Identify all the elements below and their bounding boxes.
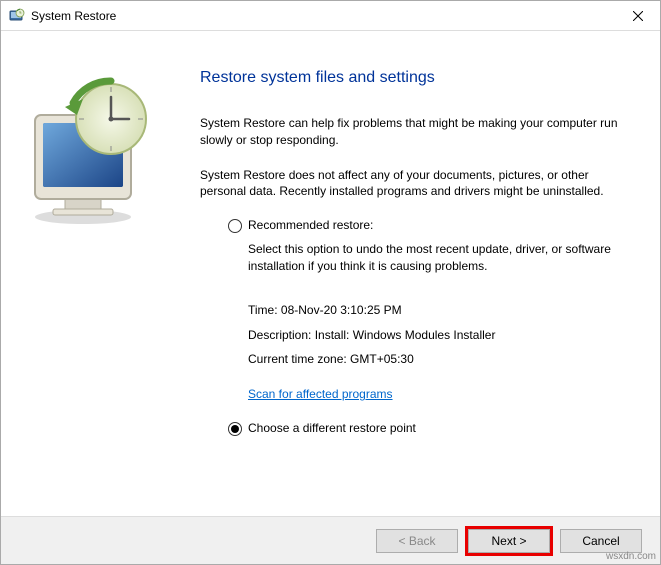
system-restore-graphic	[25, 77, 145, 207]
restore-details: Time: 08-Nov-20 3:10:25 PM Description: …	[248, 299, 636, 371]
content-area: Restore system files and settings System…	[1, 31, 660, 516]
next-button[interactable]: Next >	[468, 529, 550, 553]
left-column	[25, 55, 190, 516]
close-button[interactable]	[616, 1, 660, 31]
intro-paragraph-2: System Restore does not affect any of yo…	[200, 167, 636, 201]
restore-description-row: Description: Install: Windows Modules In…	[248, 324, 636, 347]
cancel-button[interactable]: Cancel	[560, 529, 642, 553]
right-column: Restore system files and settings System…	[190, 55, 636, 516]
different-restore-option[interactable]: Choose a different restore point	[228, 421, 636, 436]
recommended-restore-option[interactable]: Recommended restore:	[228, 218, 636, 233]
system-restore-icon	[9, 8, 25, 24]
timezone-label: Current time zone:	[248, 352, 350, 366]
button-footer: < Back Next > Cancel	[1, 516, 660, 564]
recommended-restore-description: Select this option to undo the most rece…	[248, 241, 626, 275]
restore-timezone-row: Current time zone: GMT+05:30	[248, 348, 636, 371]
titlebar: System Restore	[1, 1, 660, 31]
time-value: 08-Nov-20 3:10:25 PM	[281, 303, 402, 317]
window-title: System Restore	[31, 9, 116, 23]
recommended-restore-label: Recommended restore:	[248, 218, 373, 232]
close-icon	[633, 11, 643, 21]
page-heading: Restore system files and settings	[200, 69, 636, 87]
timezone-value: GMT+05:30	[350, 352, 414, 366]
back-button: < Back	[376, 529, 458, 553]
description-value: Install: Windows Modules Installer	[315, 328, 496, 342]
watermark: wsxdn.com	[606, 551, 656, 562]
time-label: Time:	[248, 303, 281, 317]
scan-affected-programs-link[interactable]: Scan for affected programs	[248, 387, 393, 401]
intro-paragraph-1: System Restore can help fix problems tha…	[200, 115, 636, 149]
description-label: Description:	[248, 328, 315, 342]
radio-icon	[228, 422, 242, 436]
restore-time-row: Time: 08-Nov-20 3:10:25 PM	[248, 299, 636, 322]
different-restore-label: Choose a different restore point	[248, 421, 416, 435]
radio-icon	[228, 219, 242, 233]
